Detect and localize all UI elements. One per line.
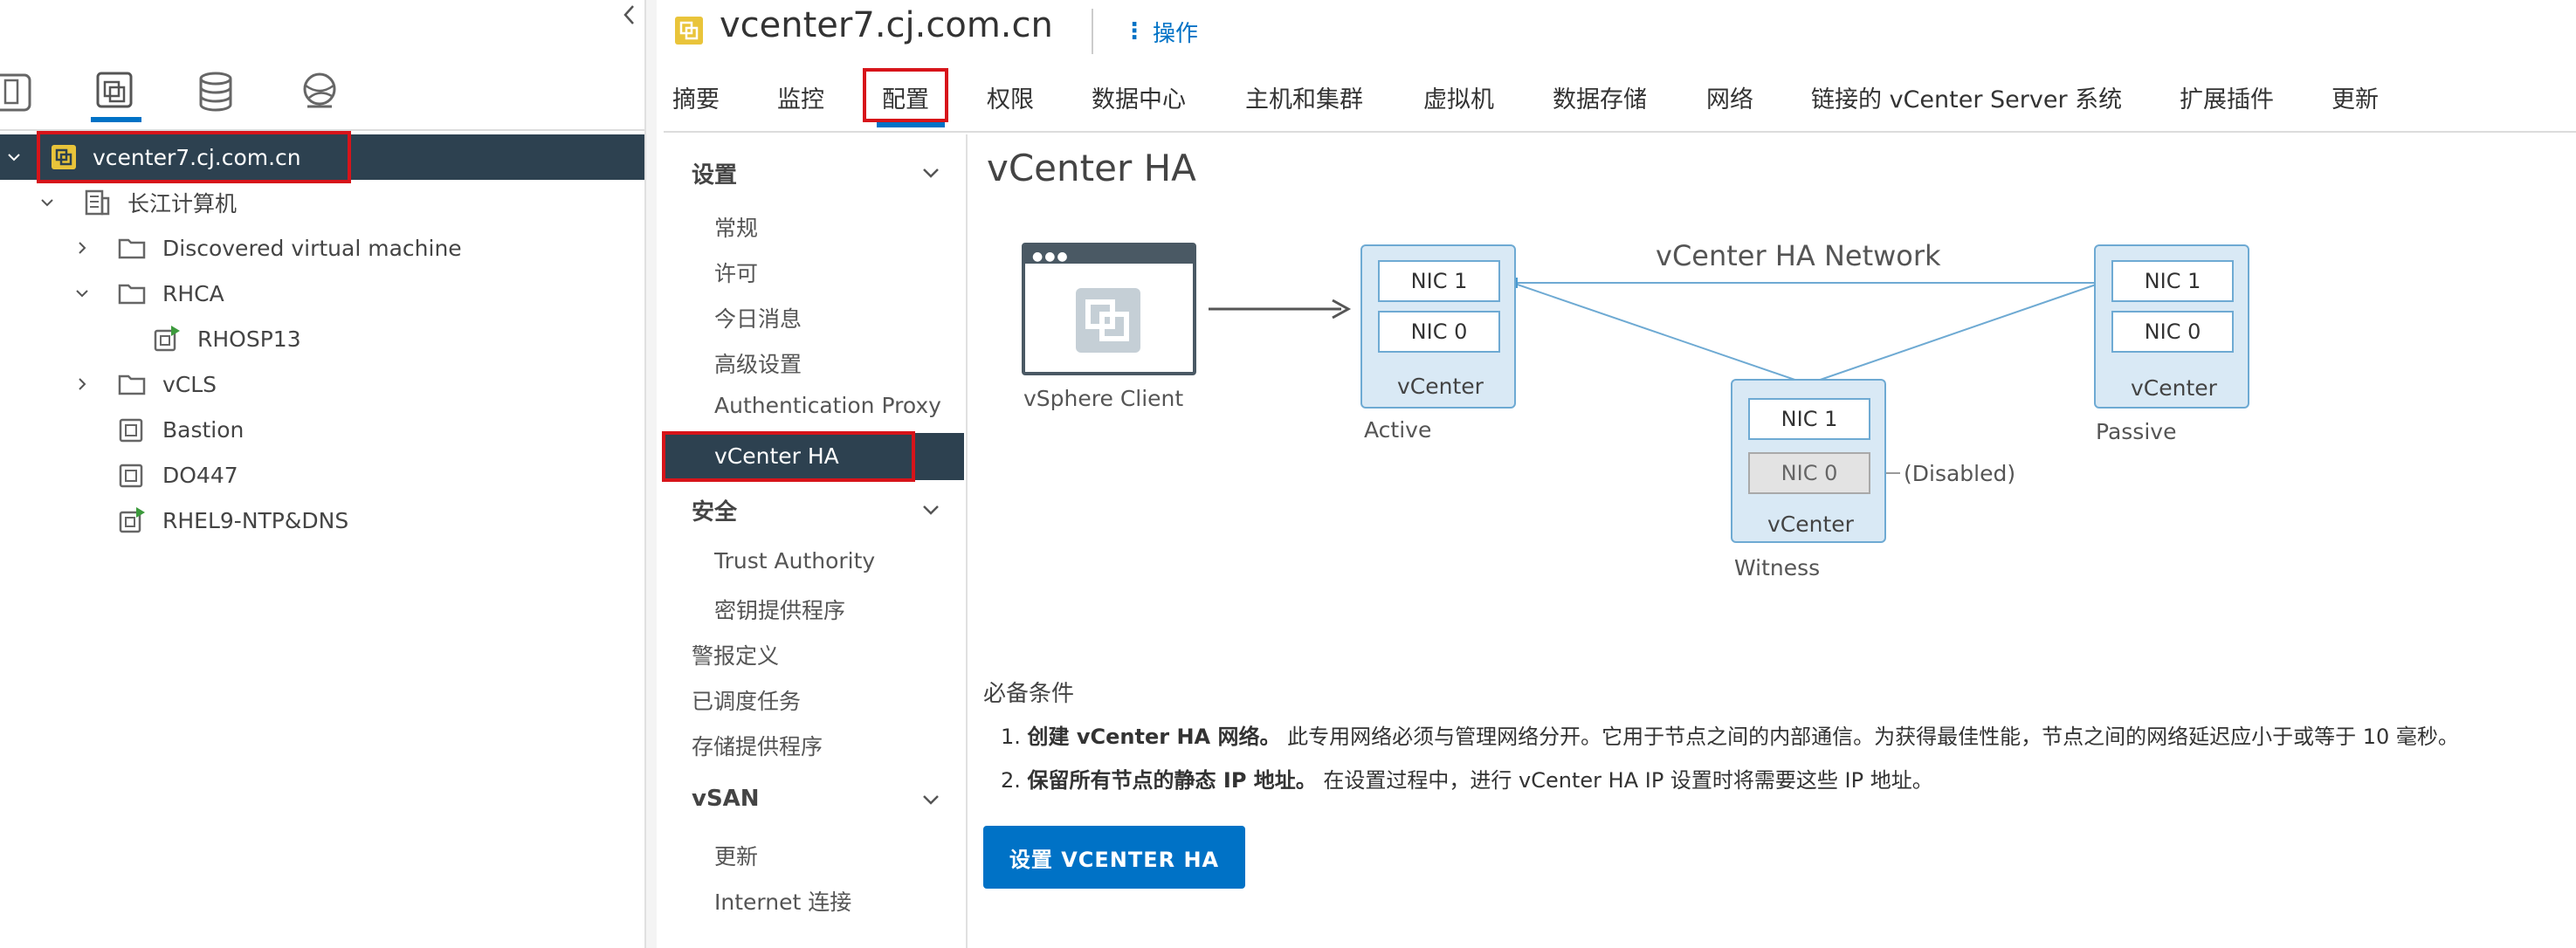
- prereq-item: 1. 创建 vCenter HA 网络。 此专用网络必须与管理网络分开。它用于节…: [1001, 719, 2459, 750]
- witness-role-label: Witness: [1734, 555, 1821, 580]
- active-vcenter-label: vCenter: [1397, 374, 1484, 399]
- witness-nic0-note: (Disabled): [1904, 461, 2016, 486]
- prereq-number: 1.: [1001, 725, 1021, 749]
- passive-nic0: NIC 0: [2111, 311, 2234, 353]
- passive-vcenter-label: vCenter: [2131, 375, 2217, 401]
- prereq-bold: 创建 vCenter HA 网络。: [1027, 725, 1281, 749]
- prereq-bold: 保留所有节点的静态 IP 地址。: [1027, 768, 1317, 793]
- passive-role-label: Passive: [2096, 419, 2177, 444]
- ha-network-lines: [1209, 278, 2106, 474]
- active-nic1: NIC 1: [1378, 260, 1500, 302]
- prereq-title: 必备条件: [983, 681, 1075, 707]
- vsphere-client-window: ●●●: [1022, 243, 1196, 375]
- passive-nic1: NIC 1: [2111, 260, 2234, 302]
- vsphere-client-label: vSphere Client: [1023, 386, 1184, 411]
- witness-vcenter-label: vCenter: [1767, 512, 1854, 537]
- active-nic0: NIC 0: [1378, 311, 1500, 353]
- witness-nic0: NIC 0: [1748, 452, 1870, 494]
- setup-vcenter-ha-button[interactable]: 设置 VCENTER HA: [983, 826, 1245, 889]
- prereq-text: 在设置过程中，进行 vCenter HA IP 设置时将需要这些 IP 地址。: [1316, 768, 1933, 793]
- vsphere-logo-icon: [1071, 283, 1146, 358]
- prereq-item: 2. 保留所有节点的静态 IP 地址。 在设置过程中，进行 vCenter HA…: [1001, 763, 1933, 793]
- witness-nic1: NIC 1: [1748, 398, 1870, 440]
- prereq-number: 2.: [1001, 768, 1021, 793]
- active-role-label: Active: [1364, 417, 1432, 443]
- ha-network-label: vCenter HA Network: [1656, 239, 1941, 272]
- prereq-text: 此专用网络必须与管理网络分开。它用于节点之间的内部通信。为获得最佳性能，节点之间…: [1280, 725, 2459, 749]
